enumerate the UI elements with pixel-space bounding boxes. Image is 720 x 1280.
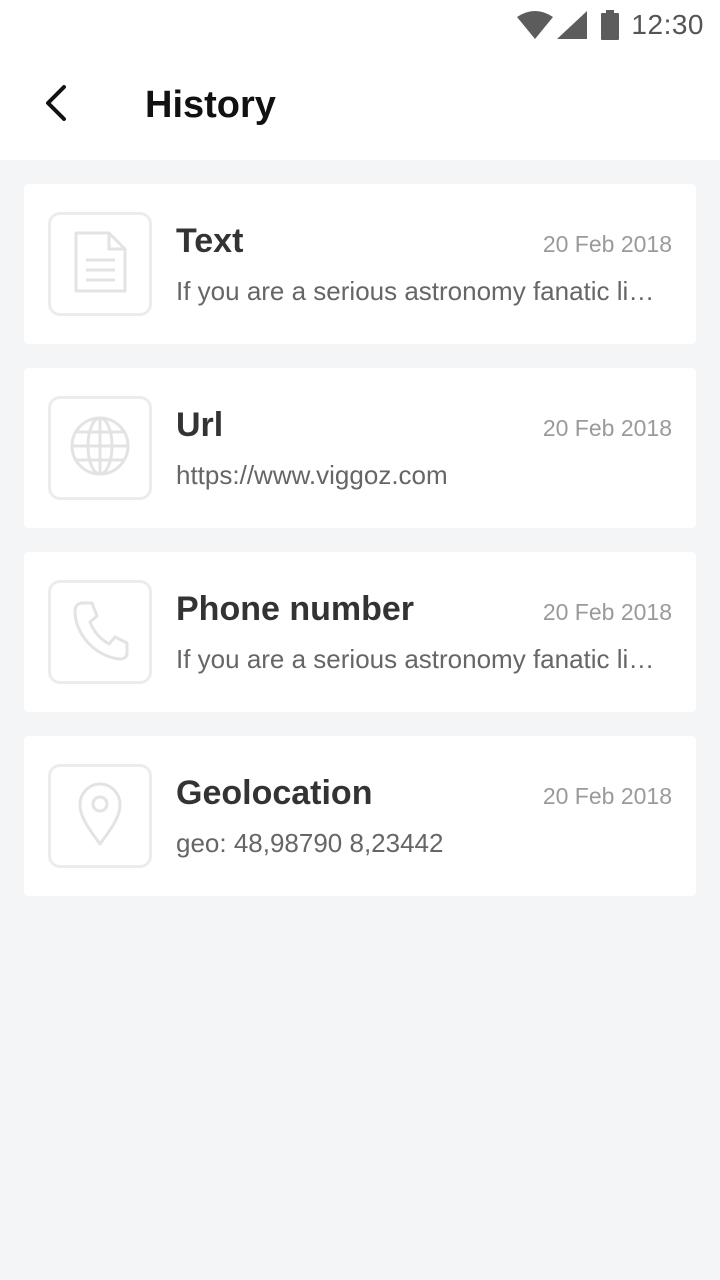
history-item-phone[interactable]: Phone number 20 Feb 2018 If you are a se…: [24, 552, 696, 712]
history-list: Text 20 Feb 2018 If you are a serious as…: [24, 184, 696, 920]
history-item-preview: https://www.viggoz.com: [176, 460, 448, 490]
history-item-icon-box: [48, 212, 152, 316]
status-bar: 12:30: [0, 0, 720, 50]
signal-icon: [557, 11, 588, 39]
history-item-preview: If you are a serious astronomy fanatic l…: [176, 276, 666, 306]
status-icons: 12:30: [517, 8, 704, 42]
battery-icon: [601, 10, 620, 40]
history-item-date: 20 Feb 2018: [542, 231, 672, 257]
history-item-date: 20 Feb 2018: [542, 783, 672, 809]
wifi-icon: [517, 11, 554, 39]
back-button[interactable]: [26, 75, 86, 135]
history-item-url[interactable]: Url 20 Feb 2018 https://www.viggoz.com: [24, 368, 696, 528]
globe-icon: [68, 414, 132, 483]
history-item-preview: geo: 48,98790 8,23442: [176, 828, 444, 858]
document-icon: [71, 230, 129, 299]
history-item-type: Url: [176, 406, 224, 444]
history-item-geolocation[interactable]: Geolocation 20 Feb 2018 geo: 48,98790 8,…: [24, 736, 696, 896]
history-item-date: 20 Feb 2018: [542, 415, 672, 441]
history-item-type: Geolocation: [176, 774, 373, 812]
status-time: 12:30: [631, 9, 704, 40]
history-item-type: Text: [176, 222, 244, 260]
phone-icon: [70, 598, 130, 667]
history-item-text[interactable]: Text 20 Feb 2018 If you are a serious as…: [24, 184, 696, 344]
history-item-icon-box: [48, 764, 152, 868]
history-item-icon-box: [48, 396, 152, 500]
history-item-type: Phone number: [176, 590, 415, 628]
app-bar: History: [0, 50, 720, 160]
chevron-left-icon: [44, 84, 68, 126]
history-item-icon-box: [48, 580, 152, 684]
page-title: History: [145, 84, 276, 126]
history-item-date: 20 Feb 2018: [542, 599, 672, 625]
map-pin-icon: [76, 781, 124, 852]
history-item-preview: If you are a serious astronomy fanatic l…: [176, 644, 666, 674]
